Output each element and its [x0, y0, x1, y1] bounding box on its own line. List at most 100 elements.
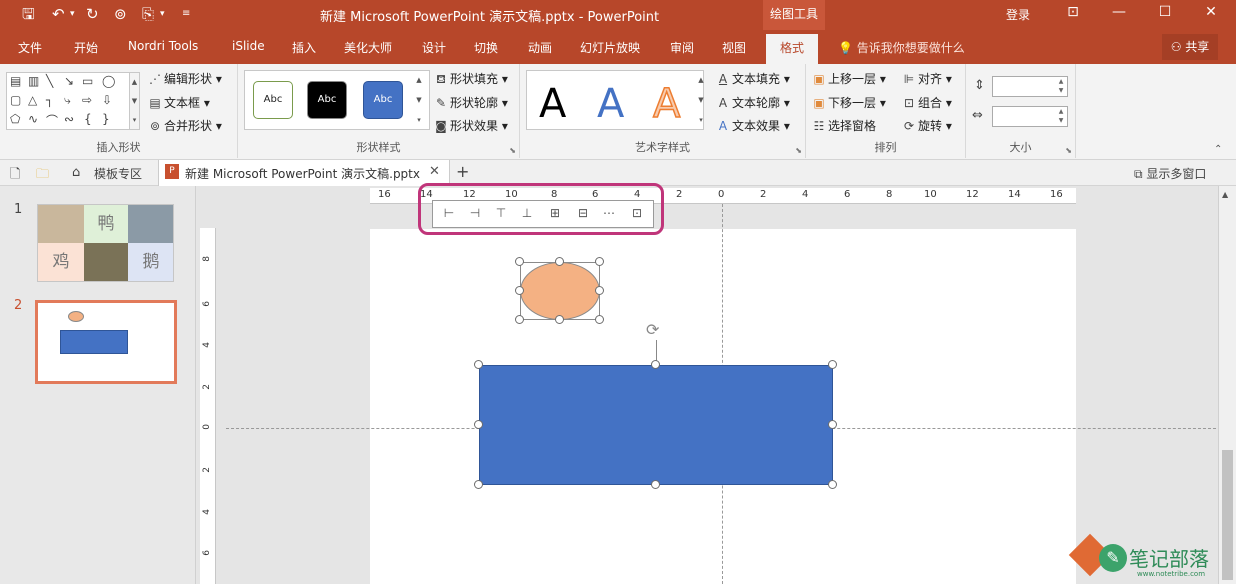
ellipse-resize-handle[interactable] [555, 257, 564, 266]
wordart-style-3[interactable]: A [652, 80, 681, 128]
ellipse-resize-handle[interactable] [595, 257, 604, 266]
wordart-style-2[interactable]: A [597, 81, 624, 127]
pentagon-shape-icon[interactable]: ⬠ [10, 112, 20, 126]
shape-fill-button[interactable]: ⛾ 形状填充 ▾ [434, 70, 508, 88]
textbox-shape-icon[interactable]: ▤ [10, 74, 21, 88]
document-tab[interactable]: P 新建 Microsoft PowerPoint 演示文稿.pptx ✕ [158, 160, 450, 186]
text-fill-button[interactable]: A 文本填充 ▾ [716, 70, 790, 87]
ellipse-resize-handle[interactable] [515, 315, 524, 324]
tab-transitions[interactable]: 切换 [474, 39, 498, 56]
shape-width-input[interactable]: ▲ ▼ [992, 106, 1068, 127]
customize-qat-icon[interactable]: ≡ [182, 5, 190, 23]
rotate-handle-icon[interactable]: ⟳ [646, 320, 659, 339]
tab-home[interactable]: 开始 [74, 39, 98, 56]
line-shape-icon[interactable]: ╲ [46, 74, 53, 88]
minimize-icon[interactable]: — [1108, 4, 1130, 20]
selection-pane-button[interactable]: ☷ 选择窗格 [812, 117, 876, 134]
shape-style-2[interactable]: Abc [307, 81, 347, 119]
edit-shape-button[interactable]: ⋰ 编辑形状 ▾ [148, 70, 222, 87]
oval-shape-icon[interactable]: ◯ [102, 74, 115, 88]
ellipse-resize-handle[interactable] [515, 257, 524, 266]
rectangle-shape[interactable] [479, 365, 833, 485]
elbow-connector-icon[interactable]: ┐ [46, 93, 53, 107]
tab-nordri-tools[interactable]: Nordri Tools [128, 39, 198, 53]
tab-insert[interactable]: 插入 [292, 39, 316, 56]
multi-window-button[interactable]: ⧉ 显示多窗口 [1134, 165, 1206, 182]
slide-thumbnail-2[interactable] [35, 300, 177, 384]
curve-shape-icon[interactable]: ⌒ [46, 112, 58, 129]
tab-beautify[interactable]: 美化大师 [344, 39, 392, 56]
save-icon[interactable]: 🖫 [22, 5, 35, 23]
triangle-shape-icon[interactable]: △ [28, 93, 37, 107]
elbow-arrow-icon[interactable]: ⤷ [64, 93, 71, 108]
template-tab[interactable]: 模板专区 [94, 165, 142, 182]
shapes-gallery-scroll[interactable]: ▲ ▼ ▾ [130, 72, 140, 130]
scribble-shape-icon[interactable]: ∾ [64, 112, 74, 126]
tab-islide[interactable]: iSlide [232, 39, 265, 53]
text-outline-button[interactable]: A 文本轮廓 ▾ [716, 94, 790, 111]
vertical-scrollbar[interactable]: ▲ [1218, 186, 1236, 584]
shape-styles-scroll[interactable]: ▲ ▼ ▾ [414, 70, 424, 130]
rect-resize-handle[interactable] [651, 480, 660, 489]
tab-review[interactable]: 审阅 [670, 39, 694, 56]
ribbon-display-icon[interactable]: ⊡ [1062, 4, 1084, 20]
align-button[interactable]: ⊫ 对齐 ▾ [902, 70, 952, 87]
tell-me-box[interactable]: 💡 告诉我你想要做什么 [838, 39, 965, 56]
tab-view[interactable]: 视图 [722, 39, 746, 56]
tab-design[interactable]: 设计 [422, 39, 446, 56]
rectangle-shape-icon[interactable]: ▭ [82, 74, 93, 88]
left-brace-shape-icon[interactable]: { [84, 112, 92, 126]
shape-style-1[interactable]: Abc [253, 81, 293, 119]
tab-file[interactable]: 文件 [18, 39, 42, 56]
ellipse-resize-handle[interactable] [595, 286, 604, 295]
freeform-shape-icon[interactable]: ∿ [28, 112, 38, 126]
shape-effects-button[interactable]: ◙ 形状效果 ▾ [434, 117, 508, 134]
rotate-button[interactable]: ⟳ 旋转 ▾ [902, 117, 952, 134]
ellipse-resize-handle[interactable] [555, 315, 564, 324]
open-folder-icon[interactable]: 🗀 [36, 165, 49, 187]
wordart-gallery[interactable]: A A A [526, 70, 704, 130]
vertical-textbox-shape-icon[interactable]: ▥ [28, 74, 39, 88]
close-icon[interactable]: ✕ [1200, 4, 1222, 20]
rect-resize-handle[interactable] [828, 420, 837, 429]
wordart-launcher-icon[interactable]: ⬊ [795, 146, 802, 155]
ellipse-resize-handle[interactable] [515, 286, 524, 295]
shape-styles-launcher-icon[interactable]: ⬊ [509, 146, 516, 155]
ellipse-resize-handle[interactable] [595, 315, 604, 324]
login-link[interactable]: 登录 [1006, 6, 1030, 23]
shape-style-3[interactable]: Abc [363, 81, 403, 119]
bring-forward-button[interactable]: ▣ 上移一层 ▾ [812, 70, 886, 87]
new-file-icon[interactable]: 🗋 [10, 165, 20, 187]
undo-icon[interactable]: ↶ [52, 5, 65, 23]
touch-dropdown-icon[interactable]: ▾ [160, 5, 165, 23]
size-launcher-icon[interactable]: ⬊ [1065, 146, 1072, 155]
down-arrow-shape-icon[interactable]: ⇩ [102, 93, 112, 107]
rect-resize-handle[interactable] [474, 360, 483, 369]
slide-thumbnail-1[interactable]: 鸭 鸡 鹅 [37, 204, 174, 282]
wordart-scroll[interactable]: ▲ ▼ ▾ [696, 70, 706, 130]
height-spinner[interactable]: ▲ ▼ [1055, 77, 1067, 96]
redo-icon[interactable]: ↻ [86, 5, 99, 23]
wordart-style-1[interactable]: A [539, 81, 566, 127]
group-button[interactable]: ⊡ 组合 ▾ [902, 94, 952, 111]
share-button[interactable]: ⚇ 共享 [1162, 34, 1218, 60]
scroll-up-icon[interactable]: ▲ [1222, 190, 1228, 199]
rect-resize-handle[interactable] [474, 480, 483, 489]
shape-styles-gallery[interactable]: Abc Abc Abc [244, 70, 430, 130]
right-arrow-shape-icon[interactable]: ⇨ [82, 93, 92, 107]
home-icon[interactable]: ⌂ [72, 165, 80, 180]
arrow-line-shape-icon[interactable]: ↘ [64, 74, 74, 88]
right-brace-shape-icon[interactable]: } [102, 112, 110, 126]
shapes-gallery[interactable]: ▤ ▥ ╲ ↘ ▭ ◯ ▢ △ ┐ ⤷ ⇨ ⇩ ⬠ ∿ ⌒ ∾ { } [6, 72, 130, 130]
shape-height-input[interactable]: ▲ ▼ [992, 76, 1068, 97]
maximize-icon[interactable]: ☐ [1154, 4, 1176, 20]
tab-slideshow[interactable]: 幻灯片放映 [580, 39, 640, 56]
text-effects-button[interactable]: A 文本效果 ▾ [716, 117, 790, 134]
rect-resize-handle[interactable] [828, 480, 837, 489]
rect-resize-handle[interactable] [474, 420, 483, 429]
rounded-rect-shape-icon[interactable]: ▢ [10, 93, 21, 107]
tab-animations[interactable]: 动画 [528, 39, 552, 56]
touch-mode-icon[interactable]: ⎘ [142, 5, 154, 23]
rect-resize-handle[interactable] [651, 360, 660, 369]
presenter-icon[interactable]: ⊚ [114, 5, 127, 23]
